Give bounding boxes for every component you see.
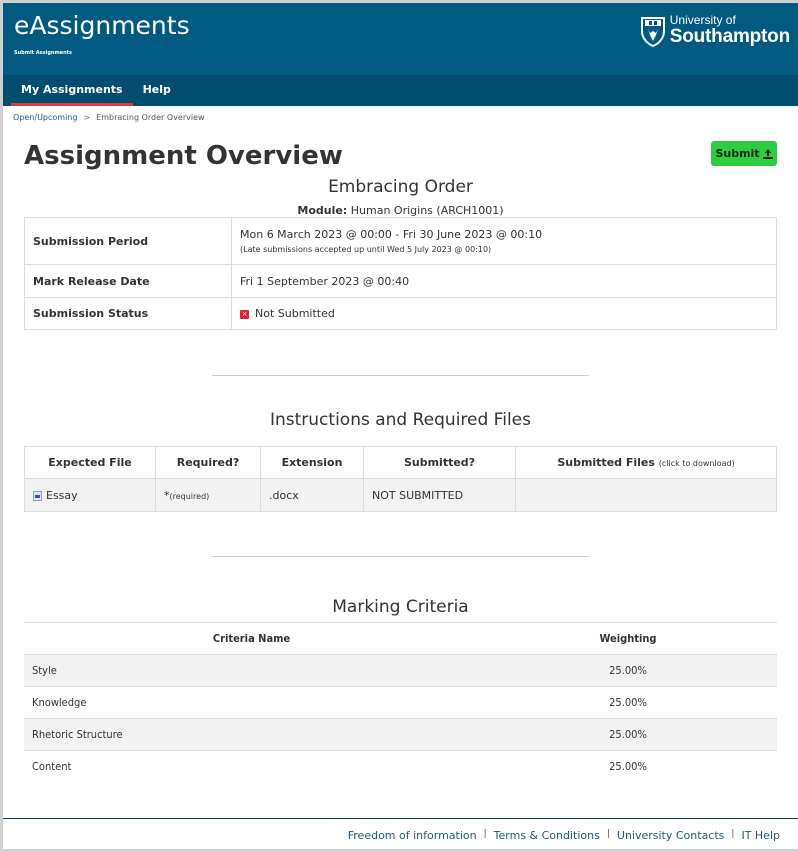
col-criteria-name: Criteria Name	[24, 622, 479, 655]
app-title[interactable]: eAssignments	[14, 11, 190, 40]
col-submitted-files-label: Submitted Files	[557, 456, 655, 469]
col-required: Required?	[155, 446, 261, 479]
nav-my-assignments[interactable]: My Assignments	[11, 75, 133, 106]
nav-help[interactable]: Help	[133, 75, 181, 106]
required-cell: *(required)	[155, 478, 261, 512]
criteria-weighting: 25.00%	[479, 686, 777, 719]
submission-period-cell: Mon 6 March 2023 @ 00:00 - Fri 30 June 2…	[231, 217, 777, 265]
criteria-name: Style	[24, 654, 479, 687]
criteria-header-row: Criteria Name Weighting	[24, 622, 777, 655]
criteria-section-title: Marking Criteria	[332, 597, 469, 617]
word-document-icon	[33, 490, 42, 501]
info-row-submission-period: Submission Period Mon 6 March 2023 @ 00:…	[24, 217, 777, 265]
late-submission-note: (Late submissions accepted up until Wed …	[240, 245, 492, 254]
upload-icon	[762, 148, 773, 159]
main-nav: My Assignments Help	[3, 75, 798, 106]
submission-status-value: Not Submitted	[255, 307, 335, 320]
module-value: Human Origins (ARCH1001)	[350, 204, 504, 217]
col-expected-file: Expected File	[24, 446, 156, 479]
table-row: Style 25.00%	[24, 654, 777, 687]
submit-button[interactable]: Submit	[711, 141, 777, 166]
info-row-status: Submission Status × Not Submitted	[24, 297, 777, 330]
crest-icon	[640, 16, 665, 47]
required-files-table: Expected File Required? Extension Submit…	[24, 446, 777, 512]
module-info: Module: Human Origins (ARCH1001)	[3, 204, 798, 217]
page-frame: eAssignments Submit Assignments Universi…	[3, 3, 798, 849]
assignment-name: Embracing Order	[328, 177, 473, 197]
table-row: Content 25.00%	[24, 751, 777, 783]
footer-links: Freedom of information | Terms & Conditi…	[348, 829, 780, 842]
not-submitted-icon: ×	[240, 309, 249, 319]
divider	[212, 375, 589, 376]
marking-criteria-table: Criteria Name Weighting Style 25.00% Kno…	[24, 622, 777, 783]
expected-file-cell: Essay	[24, 478, 156, 512]
criteria-weighting: 25.00%	[609, 760, 647, 774]
breadcrumb-open-upcoming[interactable]: Open/Upcoming	[13, 113, 77, 122]
submitted-cell: NOT SUBMITTED	[363, 478, 516, 512]
site-header: eAssignments Submit Assignments Universi…	[3, 3, 798, 75]
submission-status-cell: × Not Submitted	[231, 297, 777, 330]
expected-file-name: Essay	[46, 488, 78, 502]
files-header-row: Expected File Required? Extension Submit…	[24, 446, 777, 479]
col-extension: Extension	[260, 446, 364, 479]
submitted-files-cell	[515, 478, 777, 512]
breadcrumb-separator: >	[83, 113, 91, 122]
app-subtitle: Submit Assignments	[14, 50, 72, 56]
required-note: (required)	[169, 491, 210, 501]
footer-link-terms[interactable]: Terms & Conditions	[494, 829, 600, 842]
breadcrumb-current: Embracing Order Overview	[96, 113, 205, 122]
criteria-weighting: 25.00%	[479, 718, 777, 751]
col-submitted-files: Submitted Files (click to download)	[515, 446, 777, 479]
footer-link-freedom-of-information[interactable]: Freedom of information	[348, 829, 477, 842]
col-weighting: Weighting	[479, 622, 777, 655]
footer-link-university-contacts[interactable]: University Contacts	[617, 829, 725, 842]
mark-release-value: Fri 1 September 2023 @ 00:40	[231, 264, 777, 298]
page-title: Assignment Overview	[24, 141, 343, 171]
footer-separator: |	[483, 829, 487, 839]
assignment-info-table: Submission Period Mon 6 March 2023 @ 00:…	[24, 217, 777, 330]
col-submitted: Submitted?	[363, 446, 516, 479]
divider	[212, 556, 589, 557]
criteria-weighting: 25.00%	[479, 654, 777, 687]
footer-divider	[3, 818, 798, 819]
footer-link-it-help[interactable]: IT Help	[741, 829, 780, 842]
criteria-name: Content	[32, 760, 72, 774]
criteria-name: Knowledge	[24, 686, 479, 719]
col-submitted-files-note: (click to download)	[658, 459, 735, 468]
table-row: Essay *(required) .docx NOT SUBMITTED	[24, 478, 777, 512]
info-row-mark-release: Mark Release Date Fri 1 September 2023 @…	[24, 264, 777, 298]
university-logo[interactable]: University of Southampton	[640, 14, 790, 47]
footer-separator: |	[606, 829, 610, 839]
module-label: Module:	[297, 204, 348, 217]
table-row: Rhetoric Structure 25.00%	[24, 718, 777, 751]
logo-line2: Southampton	[669, 26, 790, 47]
breadcrumb: Open/Upcoming > Embracing Order Overview	[3, 106, 798, 129]
criteria-name: Rhetoric Structure	[24, 718, 479, 751]
files-section-title: Instructions and Required Files	[269, 410, 531, 430]
mark-release-label: Mark Release Date	[24, 264, 232, 298]
submit-label: Submit	[715, 147, 760, 160]
submission-period-value: Mon 6 March 2023 @ 00:00 - Fri 30 June 2…	[240, 228, 543, 241]
footer-separator: |	[731, 829, 735, 839]
submission-period-label: Submission Period	[24, 217, 232, 265]
submission-status-label: Submission Status	[24, 297, 232, 330]
table-row: Knowledge 25.00%	[24, 686, 777, 719]
extension-cell: .docx	[260, 478, 364, 512]
